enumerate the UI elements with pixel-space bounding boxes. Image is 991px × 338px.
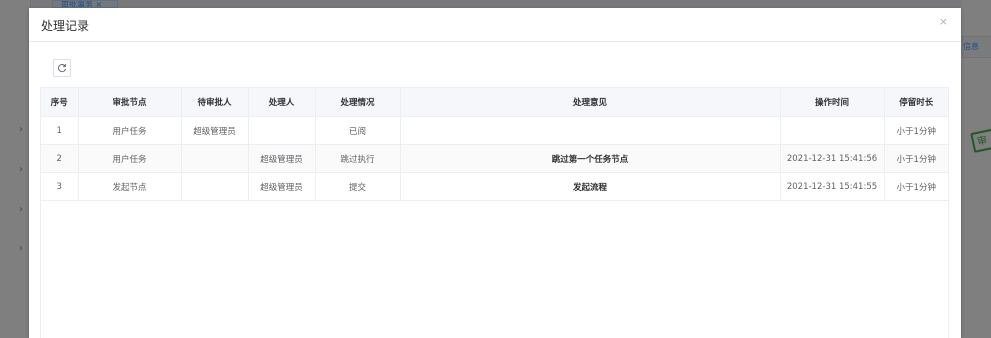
cell-index: 3 (41, 172, 79, 201)
header-index: 序号 (41, 88, 79, 117)
close-icon[interactable]: × (939, 16, 948, 28)
header-opinion: 处理意见 (400, 88, 781, 117)
cell-time: 2021-12-31 15:41:55 (780, 172, 885, 201)
cell-handler: 超级管理员 (248, 144, 316, 173)
refresh-icon (58, 64, 67, 73)
header-status: 处理情况 (315, 88, 401, 117)
cell-duration: 小于1分钟 (884, 172, 948, 201)
cell-status: 跳过执行 (315, 144, 401, 173)
cell-duration: 小于1分钟 (884, 116, 948, 145)
cell-opinion (400, 116, 781, 145)
refresh-button[interactable] (53, 59, 71, 77)
cell-duration: 小于1分钟 (884, 144, 948, 173)
table-row[interactable]: 3 发起节点 超级管理员 提交 发起流程 2021-12-31 15:41:55… (41, 172, 948, 201)
table-row[interactable]: 2 用户任务 超级管理员 跳过执行 跳过第一个任务节点 2021-12-31 1… (41, 144, 948, 173)
cell-node: 发起节点 (78, 172, 182, 201)
header-duration: 停留时长 (884, 88, 948, 117)
cell-opinion: 发起流程 (400, 172, 781, 201)
record-table: 序号 审批节点 待审批人 处理人 处理情况 处理意见 操作时间 停留时长 1 用… (40, 87, 949, 338)
header-node: 审批节点 (78, 88, 182, 117)
cell-handler (248, 116, 316, 145)
cell-index: 2 (41, 144, 79, 173)
cell-node: 用户任务 (78, 116, 182, 145)
cell-status: 提交 (315, 172, 401, 201)
cell-opinion: 跳过第一个任务节点 (400, 144, 781, 173)
cell-node: 用户任务 (78, 144, 182, 173)
cell-status: 已阅 (315, 116, 401, 145)
cell-time (780, 116, 885, 145)
cell-index: 1 (41, 116, 79, 145)
dialog-title: 处理记录 (41, 19, 90, 33)
header-pending-approver: 待审批人 (181, 88, 249, 117)
cell-pending-approver: 超级管理员 (181, 116, 249, 145)
process-record-dialog: 处理记录 × 序号 审批节点 待审批人 处理人 处理情况 处理意见 操作时间 停… (29, 8, 961, 338)
dialog-header: 处理记录 × (29, 8, 961, 42)
header-time: 操作时间 (780, 88, 885, 117)
cell-handler: 超级管理员 (248, 172, 316, 201)
cell-pending-approver (181, 144, 249, 173)
header-handler: 处理人 (248, 88, 316, 117)
cell-time: 2021-12-31 15:41:56 (780, 144, 885, 173)
table-row[interactable]: 1 用户任务 超级管理员 已阅 小于1分钟 (41, 116, 948, 145)
cell-pending-approver (181, 172, 249, 201)
table-header-row: 序号 审批节点 待审批人 处理人 处理情况 处理意见 操作时间 停留时长 (41, 88, 948, 117)
